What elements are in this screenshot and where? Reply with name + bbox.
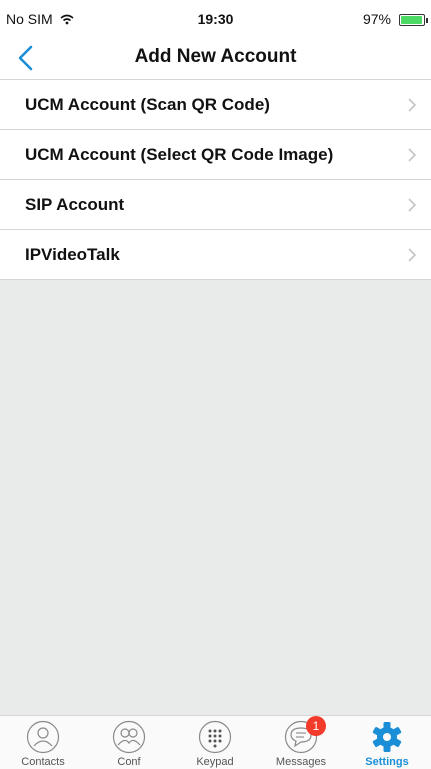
chevron-right-icon <box>408 98 417 112</box>
settings-gear-icon <box>372 722 402 752</box>
account-option-label: IPVideoTalk <box>25 245 120 264</box>
account-option-label: UCM Account (Scan QR Code) <box>25 95 270 114</box>
chevron-right-icon <box>408 248 417 262</box>
chevron-right-icon <box>408 148 417 162</box>
tab-label: Messages <box>275 756 327 768</box>
conference-icon <box>112 720 146 754</box>
tab-label: Keypad <box>196 756 234 768</box>
navigation-bar: Add New Account <box>0 38 431 80</box>
account-option-label: UCM Account (Select QR Code Image) <box>25 145 334 164</box>
chevron-right-icon <box>408 198 417 212</box>
account-type-list: UCM Account (Scan QR Code) UCM Account (… <box>0 80 431 280</box>
tab-settings[interactable]: Settings <box>344 716 430 769</box>
tab-messages[interactable]: 1 Messages <box>258 716 344 769</box>
contacts-icon <box>26 720 60 754</box>
tab-label: Settings <box>365 756 409 768</box>
tab-contacts[interactable]: Contacts <box>0 716 86 769</box>
keypad-icon <box>198 720 232 754</box>
account-option-sip[interactable]: SIP Account <box>0 180 431 230</box>
tab-conf[interactable]: Conf <box>86 716 172 769</box>
account-option-ucm-scan-qr[interactable]: UCM Account (Scan QR Code) <box>0 80 431 130</box>
tab-label: Contacts <box>21 756 65 768</box>
status-bar: No SIM 19:30 97% <box>0 0 431 38</box>
account-option-label: SIP Account <box>25 195 125 214</box>
account-option-ucm-select-qr-image[interactable]: UCM Account (Select QR Code Image) <box>0 130 431 180</box>
tab-keypad[interactable]: Keypad <box>172 716 258 769</box>
battery-icon <box>399 14 428 26</box>
unread-badge: 1 <box>306 716 326 736</box>
battery-percent: 97% <box>362 11 391 27</box>
tab-label: Conf <box>117 756 141 768</box>
bottom-tab-bar: Contacts Conf Keypad 1 Messages Settings <box>0 715 431 769</box>
account-option-ipvideotalk[interactable]: IPVideoTalk <box>0 230 431 280</box>
page-title: Add New Account <box>134 46 297 67</box>
